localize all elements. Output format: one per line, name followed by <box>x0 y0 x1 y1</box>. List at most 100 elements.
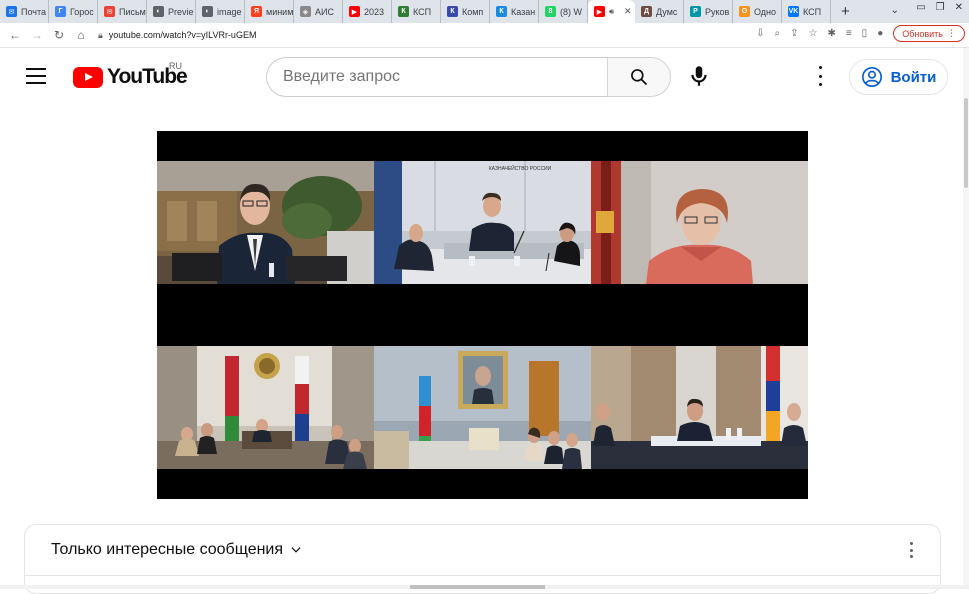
tab-label: (8) W <box>560 6 582 17</box>
browser-tab[interactable]: О Одно <box>733 0 782 23</box>
browser-tab[interactable]: Д Думс <box>635 0 684 23</box>
browser-tab[interactable]: К Комп <box>441 0 490 23</box>
video-player[interactable]: КАЗНАЧЕЙСТВО РОССИИ <box>157 131 808 499</box>
tab-favicon-icon: Д <box>641 6 652 17</box>
url-text: youtube.com/watch?v=yILVRr-uGEM <box>108 30 257 40</box>
update-button[interactable]: Обновить ⋮ <box>893 25 965 42</box>
tab-label: КСП <box>413 6 432 17</box>
tab-favicon-icon: ✉ <box>104 6 115 17</box>
voice-search-button[interactable] <box>686 63 712 89</box>
vertical-scrollbar[interactable] <box>963 48 969 585</box>
tab-favicon-icon: Р <box>690 6 701 17</box>
tab-search-chevron-icon[interactable]: ⌄ <box>891 5 899 16</box>
browser-tab[interactable]: К Казан <box>490 0 539 23</box>
tab-label: Горос <box>70 6 94 17</box>
browser-tab[interactable]: VK КСП <box>782 0 831 23</box>
tab-label: Письм <box>119 6 146 17</box>
reading-list-icon[interactable]: ≡ <box>846 28 852 39</box>
reload-icon[interactable]: ↻ <box>48 28 70 42</box>
tab-favicon-icon: ◐ <box>202 6 213 17</box>
browser-tab[interactable]: ▶ 2023 <box>343 0 392 23</box>
tab-favicon-icon: ✉ <box>6 6 17 17</box>
search-input[interactable]: Введите запрос <box>266 57 607 97</box>
browser-tab[interactable]: 8 (8) W <box>539 0 588 23</box>
chat-more-icon[interactable] <box>910 542 914 558</box>
tab-label: АИС <box>315 6 334 17</box>
extensions-icon[interactable]: ✱ <box>827 28 835 39</box>
treasury-sign: КАЗНАЧЕЙСТВО РОССИИ <box>489 164 552 172</box>
account-icon <box>861 67 882 87</box>
video-tile-speaker <box>157 161 374 284</box>
tab-label: Думс <box>656 6 678 17</box>
browser-tab[interactable]: Р Руков <box>684 0 733 23</box>
browser-tab[interactable]: ✉ Почта <box>0 0 49 23</box>
tab-label: 2023 <box>364 6 385 17</box>
tab-favicon-icon: К <box>447 6 458 17</box>
tab-label: Previe <box>168 6 194 17</box>
side-panel-icon[interactable]: ▯ <box>862 28 868 39</box>
forward-icon[interactable]: → <box>26 28 48 42</box>
back-icon[interactable]: ← <box>4 28 26 42</box>
tab-favicon-icon: ▶ <box>349 6 360 17</box>
tab-label: Одно <box>754 6 777 17</box>
tab-close-icon[interactable]: ✕ <box>624 6 632 17</box>
horizontal-scrollbar[interactable] <box>0 585 969 589</box>
browser-tab[interactable]: К КСП <box>392 0 441 23</box>
share-icon[interactable]: ⇪ <box>790 28 798 39</box>
menu-dots-icon: ⋮ <box>947 28 956 38</box>
search-button[interactable] <box>607 57 671 97</box>
new-tab-button[interactable]: + <box>841 3 850 20</box>
browser-tab[interactable]: ◈ АИС <box>294 0 343 23</box>
youtube-logo[interactable]: YouTube RU <box>73 61 188 89</box>
tab-favicon-icon: Г <box>55 6 66 17</box>
minimize-icon[interactable]: ▭ <box>916 2 925 13</box>
tab-label: миним <box>266 6 294 17</box>
browser-tab[interactable]: ✉ Письм <box>98 0 147 23</box>
live-chat-panel: Только интересные сообщения <box>24 524 941 594</box>
vertical-scrollbar-thumb[interactable] <box>964 98 968 188</box>
profile-icon[interactable]: ● <box>877 28 883 39</box>
bookmark-star-icon[interactable]: ☆ <box>808 28 817 39</box>
browser-address-bar: ← → ↻ ⌂ 🔒︎ youtube.com/watch?v=yILVRr-uG… <box>0 23 969 48</box>
browser-tab[interactable]: ◐ Previe <box>147 0 196 23</box>
tab-label: Комп <box>462 6 484 17</box>
audio-playing-icon[interactable]: 🔊︎ <box>609 7 614 17</box>
video-tile-woman-speaker <box>591 161 808 284</box>
install-icon[interactable]: ⇩ <box>756 28 764 39</box>
tab-favicon-icon: VK <box>788 6 799 17</box>
tab-favicon-icon: К <box>398 6 409 17</box>
window-close-icon[interactable]: ✕ <box>955 2 963 13</box>
horizontal-scrollbar-thumb[interactable] <box>410 585 545 589</box>
url-field[interactable]: 🔒︎ youtube.com/watch?v=yILVRr-uGEM <box>98 30 256 41</box>
search-bar: Введите запрос <box>266 57 671 97</box>
chat-mode-dropdown[interactable]: Только интересные сообщения <box>51 541 303 559</box>
tab-favicon-icon: 8 <box>545 6 556 17</box>
browser-tab[interactable]: Г Горос <box>49 0 98 23</box>
tab-label: КСП <box>803 6 822 17</box>
browser-tab[interactable]: Яминим <box>245 0 294 23</box>
tab-favicon-icon: К <box>496 6 507 17</box>
settings-more-icon[interactable] <box>813 66 827 86</box>
microphone-icon <box>691 66 707 86</box>
youtube-header: YouTube RU Введите запрос Войти <box>0 48 969 106</box>
tab-label: Почта <box>21 6 46 17</box>
tab-favicon-icon: Я <box>251 6 262 17</box>
browser-tab-active[interactable]: ▶ 🔊︎ ✕ <box>588 0 635 23</box>
tab-label: image <box>217 6 242 17</box>
tab-label: Казан <box>511 6 536 17</box>
zoom-icon[interactable]: ⌕ <box>774 28 780 39</box>
browser-tab[interactable]: ◐ image <box>196 0 245 23</box>
hamburger-menu-icon[interactable] <box>26 68 46 84</box>
region-label: RU <box>169 61 182 71</box>
youtube-play-icon <box>73 66 103 88</box>
tab-label: Руков <box>705 6 730 17</box>
tab-favicon-icon: ▶ <box>594 6 605 17</box>
chat-divider <box>25 575 940 576</box>
browser-tab-strip: ✉ Почта Г Горос ✉ Письм ◐ Previe ◐ image Яминим ◈ АИ… <box>0 0 969 23</box>
restore-icon[interactable]: ❐ <box>936 2 945 13</box>
home-icon[interactable]: ⌂ <box>70 28 92 42</box>
video-tile-azerbaijan-room <box>374 346 591 469</box>
tab-favicon-icon: ◈ <box>300 6 311 17</box>
sign-in-button[interactable]: Войти <box>849 59 948 95</box>
video-tile-belarus-room <box>157 346 374 469</box>
